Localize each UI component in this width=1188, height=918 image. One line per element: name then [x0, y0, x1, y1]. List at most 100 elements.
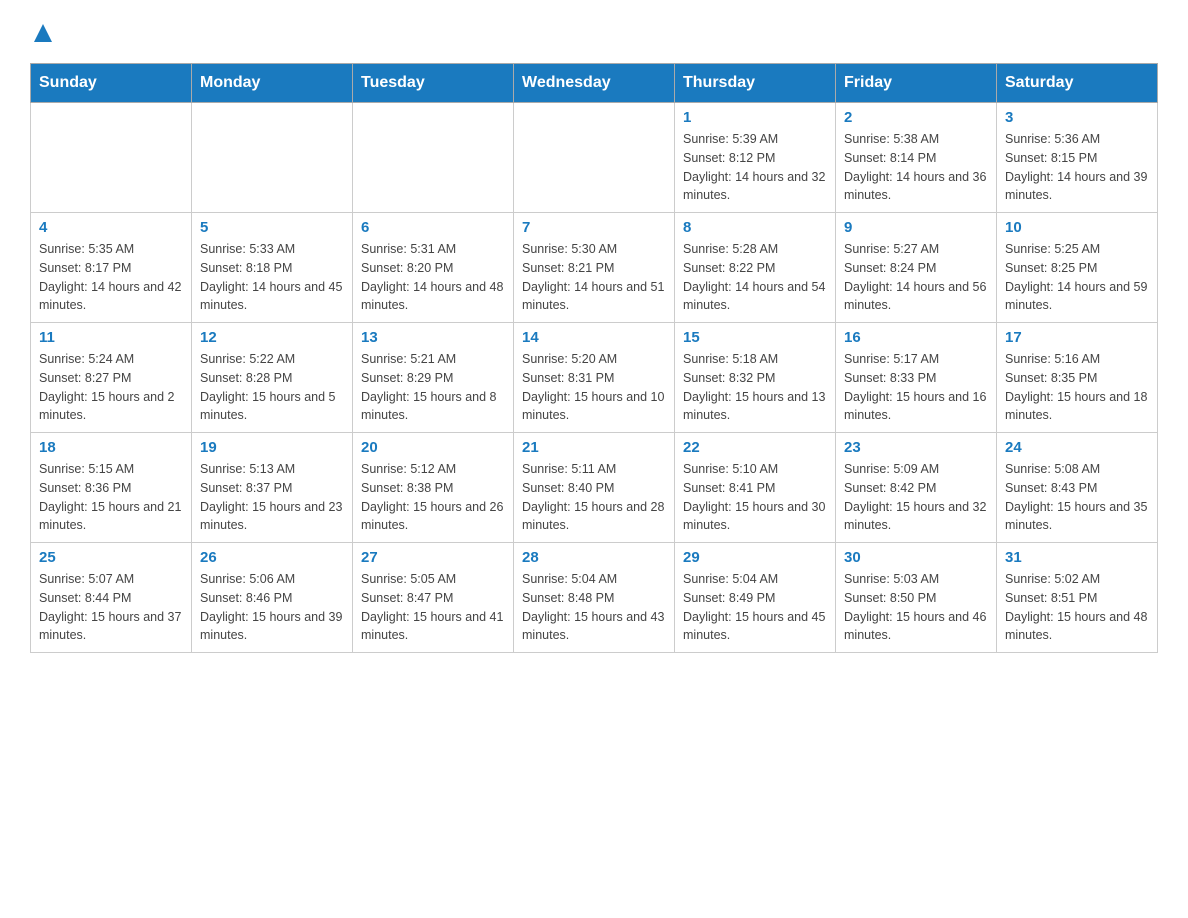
calendar-cell: 14 Sunrise: 5:20 AMSunset: 8:31 PMDayligh… [514, 323, 675, 433]
calendar-cell: 7 Sunrise: 5:30 AMSunset: 8:21 PMDaylight… [514, 213, 675, 323]
day-info: Sunrise: 5:20 AMSunset: 8:31 PMDaylight:… [522, 350, 666, 425]
day-info: Sunrise: 5:05 AMSunset: 8:47 PMDaylight:… [361, 570, 505, 645]
week-row: 11 Sunrise: 5:24 AMSunset: 8:27 PMDayligh… [31, 323, 1158, 433]
day-number: 8 [683, 219, 827, 236]
day-info: Sunrise: 5:25 AMSunset: 8:25 PMDaylight:… [1005, 240, 1149, 315]
day-info: Sunrise: 5:18 AMSunset: 8:32 PMDaylight:… [683, 350, 827, 425]
calendar-cell: 24Sunrise: 5:08 AMSunset: 8:43 PMDayligh… [997, 433, 1158, 543]
logo [30, 20, 52, 43]
day-info: Sunrise: 5:35 AMSunset: 8:17 PMDaylight:… [39, 240, 183, 315]
day-number: 9 [844, 219, 988, 236]
calendar-cell: 23 Sunrise: 5:09 AMSunset: 8:42 PMDayligh… [836, 433, 997, 543]
calendar-cell: 12 Sunrise: 5:22 AMSunset: 8:28 PMDayligh… [192, 323, 353, 433]
day-number: 14 [522, 329, 666, 346]
calendar-cell: 11 Sunrise: 5:24 AMSunset: 8:27 PMDayligh… [31, 323, 192, 433]
day-info: Sunrise: 5:38 AMSunset: 8:14 PMDaylight:… [844, 130, 988, 205]
calendar-cell: 29Sunrise: 5:04 AMSunset: 8:49 PMDayligh… [675, 543, 836, 653]
logo-triangle-icon [34, 24, 52, 47]
calendar-cell: 27Sunrise: 5:05 AMSunset: 8:47 PMDayligh… [353, 543, 514, 653]
day-number: 26 [200, 549, 344, 566]
day-info: Sunrise: 5:13 AMSunset: 8:37 PMDaylight:… [200, 460, 344, 535]
calendar-cell [514, 103, 675, 213]
calendar-cell: 16Sunrise: 5:17 AMSunset: 8:33 PMDayligh… [836, 323, 997, 433]
day-number: 25 [39, 549, 183, 566]
day-number: 4 [39, 219, 183, 236]
calendar-header-row: SundayMondayTuesdayWednesdayThursdayFrid… [31, 64, 1158, 103]
calendar-cell: 4 Sunrise: 5:35 AMSunset: 8:17 PMDaylight… [31, 213, 192, 323]
day-of-week-header: Saturday [997, 64, 1158, 103]
calendar-cell: 1 Sunrise: 5:39 AMSunset: 8:12 PMDaylight… [675, 103, 836, 213]
day-number: 6 [361, 219, 505, 236]
calendar-table: SundayMondayTuesdayWednesdayThursdayFrid… [30, 63, 1158, 653]
day-number: 11 [39, 329, 183, 346]
calendar-cell: 25 Sunrise: 5:07 AMSunset: 8:44 PMDayligh… [31, 543, 192, 653]
header [30, 20, 1158, 43]
day-number: 19 [200, 439, 344, 456]
day-number: 23 [844, 439, 988, 456]
day-number: 2 [844, 109, 988, 126]
calendar-cell: 6 Sunrise: 5:31 AMSunset: 8:20 PMDaylight… [353, 213, 514, 323]
day-number: 21 [522, 439, 666, 456]
calendar-cell: 8 Sunrise: 5:28 AMSunset: 8:22 PMDaylight… [675, 213, 836, 323]
day-info: Sunrise: 5:21 AMSunset: 8:29 PMDaylight:… [361, 350, 505, 425]
day-of-week-header: Wednesday [514, 64, 675, 103]
day-number: 5 [200, 219, 344, 236]
day-of-week-header: Tuesday [353, 64, 514, 103]
calendar-cell: 26Sunrise: 5:06 AMSunset: 8:46 PMDayligh… [192, 543, 353, 653]
day-number: 12 [200, 329, 344, 346]
calendar-cell: 31 Sunrise: 5:02 AMSunset: 8:51 PMDayligh… [997, 543, 1158, 653]
day-number: 28 [522, 549, 666, 566]
day-info: Sunrise: 5:31 AMSunset: 8:20 PMDaylight:… [361, 240, 505, 315]
calendar-cell: 10 Sunrise: 5:25 AMSunset: 8:25 PMDayligh… [997, 213, 1158, 323]
calendar-cell: 30 Sunrise: 5:03 AMSunset: 8:50 PMDayligh… [836, 543, 997, 653]
day-number: 20 [361, 439, 505, 456]
day-info: Sunrise: 5:04 AMSunset: 8:49 PMDaylight:… [683, 570, 827, 645]
week-row: 18 Sunrise: 5:15 AMSunset: 8:36 PMDayligh… [31, 433, 1158, 543]
day-info: Sunrise: 5:03 AMSunset: 8:50 PMDaylight:… [844, 570, 988, 645]
day-info: Sunrise: 5:36 AMSunset: 8:15 PMDaylight:… [1005, 130, 1149, 205]
day-info: Sunrise: 5:17 AMSunset: 8:33 PMDaylight:… [844, 350, 988, 425]
day-number: 10 [1005, 219, 1149, 236]
day-info: Sunrise: 5:09 AMSunset: 8:42 PMDaylight:… [844, 460, 988, 535]
day-info: Sunrise: 5:16 AMSunset: 8:35 PMDaylight:… [1005, 350, 1149, 425]
day-number: 1 [683, 109, 827, 126]
calendar-cell: 22Sunrise: 5:10 AMSunset: 8:41 PMDayligh… [675, 433, 836, 543]
day-number: 3 [1005, 109, 1149, 126]
page: SundayMondayTuesdayWednesdayThursdayFrid… [0, 0, 1188, 683]
day-info: Sunrise: 5:24 AMSunset: 8:27 PMDaylight:… [39, 350, 183, 425]
day-info: Sunrise: 5:07 AMSunset: 8:44 PMDaylight:… [39, 570, 183, 645]
day-info: Sunrise: 5:28 AMSunset: 8:22 PMDaylight:… [683, 240, 827, 315]
calendar-cell: 17 Sunrise: 5:16 AMSunset: 8:35 PMDayligh… [997, 323, 1158, 433]
calendar-cell: 18 Sunrise: 5:15 AMSunset: 8:36 PMDayligh… [31, 433, 192, 543]
day-info: Sunrise: 5:15 AMSunset: 8:36 PMDaylight:… [39, 460, 183, 535]
day-of-week-header: Friday [836, 64, 997, 103]
day-info: Sunrise: 5:39 AMSunset: 8:12 PMDaylight:… [683, 130, 827, 205]
day-number: 30 [844, 549, 988, 566]
calendar-cell: 19 Sunrise: 5:13 AMSunset: 8:37 PMDayligh… [192, 433, 353, 543]
week-row: 4 Sunrise: 5:35 AMSunset: 8:17 PMDaylight… [31, 213, 1158, 323]
day-info: Sunrise: 5:27 AMSunset: 8:24 PMDaylight:… [844, 240, 988, 315]
day-of-week-header: Thursday [675, 64, 836, 103]
calendar-cell: 28 Sunrise: 5:04 AMSunset: 8:48 PMDayligh… [514, 543, 675, 653]
day-number: 31 [1005, 549, 1149, 566]
day-number: 17 [1005, 329, 1149, 346]
day-number: 18 [39, 439, 183, 456]
day-info: Sunrise: 5:08 AMSunset: 8:43 PMDaylight:… [1005, 460, 1149, 535]
day-info: Sunrise: 5:02 AMSunset: 8:51 PMDaylight:… [1005, 570, 1149, 645]
week-row: 1 Sunrise: 5:39 AMSunset: 8:12 PMDaylight… [31, 103, 1158, 213]
calendar-cell: 21Sunrise: 5:11 AMSunset: 8:40 PMDayligh… [514, 433, 675, 543]
day-info: Sunrise: 5:12 AMSunset: 8:38 PMDaylight:… [361, 460, 505, 535]
calendar-cell [31, 103, 192, 213]
day-number: 22 [683, 439, 827, 456]
calendar-cell: 2 Sunrise: 5:38 AMSunset: 8:14 PMDaylight… [836, 103, 997, 213]
week-row: 25 Sunrise: 5:07 AMSunset: 8:44 PMDayligh… [31, 543, 1158, 653]
day-info: Sunrise: 5:30 AMSunset: 8:21 PMDaylight:… [522, 240, 666, 315]
day-number: 7 [522, 219, 666, 236]
calendar-cell [353, 103, 514, 213]
day-info: Sunrise: 5:04 AMSunset: 8:48 PMDaylight:… [522, 570, 666, 645]
day-info: Sunrise: 5:33 AMSunset: 8:18 PMDaylight:… [200, 240, 344, 315]
calendar-cell [192, 103, 353, 213]
calendar-cell: 9 Sunrise: 5:27 AMSunset: 8:24 PMDaylight… [836, 213, 997, 323]
calendar-cell: 13Sunrise: 5:21 AMSunset: 8:29 PMDayligh… [353, 323, 514, 433]
day-info: Sunrise: 5:22 AMSunset: 8:28 PMDaylight:… [200, 350, 344, 425]
